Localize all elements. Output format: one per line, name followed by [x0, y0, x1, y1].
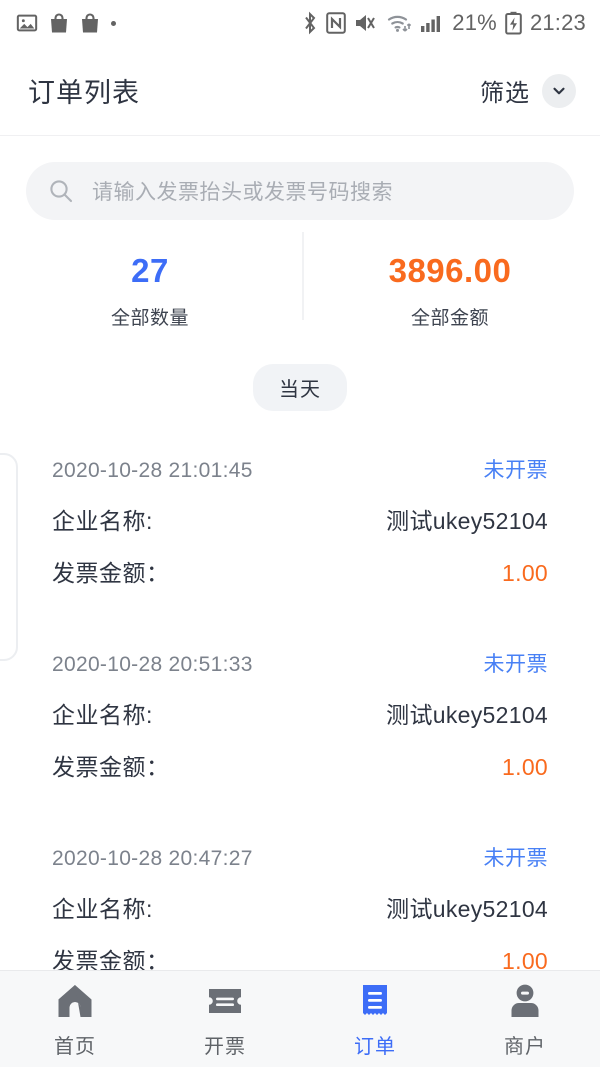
order-card[interactable]: 2020-10-28 20:51:33 未开票 企业名称: 测试ukey5210…	[0, 639, 600, 791]
search-bar[interactable]: 请输入发票抬头或发票号码搜索	[26, 162, 574, 220]
invoice-amount-label: 发票金额：	[52, 560, 170, 587]
ticket-icon	[209, 988, 241, 1013]
app-screen: 21% 21:23 订单列表 筛选 请输入发票抬头或发票号码搜索 27 全部数量…	[0, 0, 600, 1067]
order-timestamp: 2020-10-28 20:47:27	[52, 847, 253, 871]
tab-merchant[interactable]: 商户	[450, 971, 600, 1067]
scroll-body[interactable]: 请输入发票抬头或发票号码搜索 27 全部数量 3896.00 全部金额 当天 2…	[0, 136, 600, 970]
group-chip-today[interactable]: 当天	[253, 364, 347, 412]
order-company-row: 企业名称: 测试ukey52104	[52, 881, 548, 933]
invoice-amount-value: 1.00	[502, 754, 548, 781]
order-timestamp: 2020-10-28 21:01:45	[52, 459, 253, 483]
order-list: 2020-10-28 21:01:45 未开票 企业名称: 测试ukey5210…	[0, 445, 600, 970]
search-input[interactable]: 请输入发票抬头或发票号码搜索	[92, 176, 393, 206]
order-amount-row: 发票金额： 1.00	[52, 545, 548, 597]
vibrate-mute-icon	[356, 15, 376, 31]
tab-orders-label: 订单	[354, 1035, 396, 1058]
order-card[interactable]: 2020-10-28 20:47:27 未开票 企业名称: 测试ukey5210…	[0, 833, 600, 970]
invoice-amount-label: 发票金额：	[52, 948, 170, 970]
home-icon	[58, 984, 92, 1017]
group-chip-row: 当天	[0, 364, 600, 412]
receipt-icon	[363, 984, 387, 1015]
tab-merchant-label: 商户	[504, 1035, 546, 1058]
order-header-row: 2020-10-28 20:51:33 未开票	[52, 639, 548, 687]
status-badge: 未开票	[483, 653, 548, 677]
order-header-row: 2020-10-28 21:01:45 未开票	[52, 445, 548, 493]
status-badge: 未开票	[483, 459, 548, 483]
company-name-label: 企业名称:	[52, 896, 153, 923]
tab-orders[interactable]: 订单	[300, 971, 450, 1067]
invoice-amount-label: 发票金额：	[52, 754, 170, 781]
company-name-value: 测试ukey52104	[386, 508, 548, 535]
person-icon	[511, 984, 539, 1017]
order-amount-row: 发票金额： 1.00	[52, 739, 548, 791]
invoice-amount-value: 1.00	[502, 948, 548, 970]
tab-invoice[interactable]: 开票	[150, 971, 300, 1067]
battery-charging-icon	[505, 11, 522, 35]
filter-button[interactable]: 筛选	[480, 73, 576, 108]
shopping-bag-icon	[82, 13, 98, 33]
order-company-row: 企业名称: 测试ukey52104	[52, 687, 548, 739]
stat-amount-value: 3896.00	[388, 252, 512, 289]
stat-amount-label: 全部金额	[410, 308, 489, 330]
company-name-value: 测试ukey52104	[386, 896, 548, 923]
bottom-tab-bar: 首页 开票 订单 商户	[0, 970, 600, 1067]
chevron-down-icon[interactable]	[542, 73, 576, 108]
wifi-icon	[388, 15, 412, 32]
filter-label: 筛选	[480, 80, 530, 107]
tab-invoice-label: 开票	[204, 1035, 246, 1058]
shopping-bag-icon	[51, 13, 67, 33]
order-timestamp: 2020-10-28 20:51:33	[52, 653, 253, 677]
stat-count-value: 27	[131, 252, 169, 289]
company-name-label: 企业名称:	[52, 508, 153, 535]
image-icon	[16, 14, 38, 32]
order-amount-row: 发票金额： 1.00	[52, 933, 548, 970]
tab-home[interactable]: 首页	[0, 971, 150, 1067]
status-badge: 未开票	[483, 847, 548, 871]
order-company-row: 企业名称: 测试ukey52104	[52, 493, 548, 545]
search-icon	[50, 180, 73, 203]
bluetooth-icon	[305, 11, 316, 35]
battery-percent-label: 21%	[452, 10, 497, 35]
stat-total-count: 27 全部数量	[0, 250, 300, 330]
page-title: 订单列表	[28, 78, 140, 108]
order-header-row: 2020-10-28 20:47:27 未开票	[52, 833, 548, 881]
dot-indicator-icon	[111, 20, 116, 26]
summary-stats: 27 全部数量 3896.00 全部金额	[0, 220, 600, 346]
company-name-label: 企业名称:	[52, 702, 153, 729]
company-name-value: 测试ukey52104	[386, 702, 548, 729]
status-bar-right-icons: 21% 21:23	[302, 10, 586, 36]
status-bar: 21% 21:23	[0, 0, 600, 46]
cellular-signal-icon	[421, 16, 441, 32]
app-header: 订单列表 筛选	[0, 46, 600, 136]
stat-count-label: 全部数量	[110, 308, 189, 330]
search-section: 请输入发票抬头或发票号码搜索	[0, 136, 600, 220]
tab-home-label: 首页	[54, 1035, 96, 1058]
nfc-icon	[326, 12, 347, 34]
invoice-amount-value: 1.00	[502, 560, 548, 587]
clock-label: 21:23	[529, 10, 586, 35]
stats-divider	[302, 232, 304, 320]
order-card[interactable]: 2020-10-28 21:01:45 未开票 企业名称: 测试ukey5210…	[0, 445, 600, 597]
status-bar-left-icons	[16, 12, 116, 34]
stat-total-amount: 3896.00 全部金额	[300, 250, 600, 330]
